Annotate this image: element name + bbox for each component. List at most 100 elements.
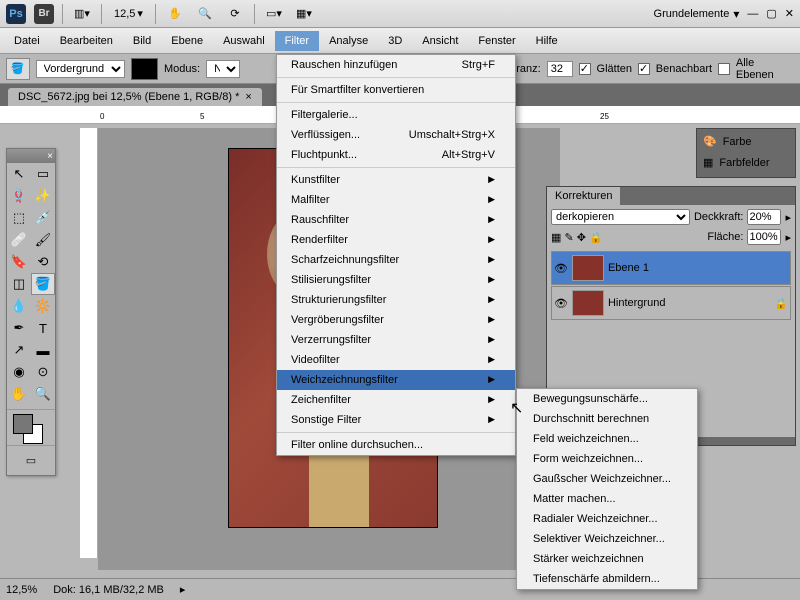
filter-cat[interactable]: Verzerrungsfilter▶ xyxy=(277,330,515,350)
menu-fenster[interactable]: Fenster xyxy=(468,31,525,51)
bridge-icon[interactable]: Br xyxy=(34,4,54,24)
filter-cat[interactable]: Sonstige Filter▶ xyxy=(277,410,515,430)
layer-row-bg[interactable]: 👁 Hintergrund 🔒 xyxy=(551,286,791,320)
minimize-icon[interactable]: — xyxy=(747,8,758,20)
toolbox-header[interactable]: × xyxy=(7,149,55,163)
shape-tool[interactable]: ▬ xyxy=(31,339,55,361)
path-tool[interactable]: ↗ xyxy=(7,339,31,361)
opacity-arrow-icon[interactable]: ▸ xyxy=(785,211,791,224)
sub-motion-blur[interactable]: Bewegungsunschärfe... xyxy=(517,389,697,409)
rotate-icon[interactable]: ⟳ xyxy=(224,3,246,25)
zoom-tool[interactable]: 🔍 xyxy=(31,383,55,405)
color-swatch[interactable] xyxy=(131,58,158,80)
sub-shape-blur[interactable]: Form weichzeichnen... xyxy=(517,449,697,469)
marquee-tool[interactable]: ▭ xyxy=(31,163,55,185)
stamp-tool[interactable]: 🔖 xyxy=(7,251,31,273)
filter-liquify[interactable]: Verflüssigen...Umschalt+Strg+X xyxy=(277,125,515,145)
blend-mode-select[interactable]: derkopieren xyxy=(551,209,690,225)
menu-bearbeiten[interactable]: Bearbeiten xyxy=(50,31,123,51)
filter-vanish[interactable]: Fluchtpunkt...Alt+Strg+V xyxy=(277,145,515,165)
eraser-tool[interactable]: ◫ xyxy=(7,273,31,295)
brush-tool[interactable]: 🖌 xyxy=(31,229,55,251)
filter-last[interactable]: Rauschen hinzufügenStrg+F xyxy=(277,55,515,75)
sub-matter[interactable]: Matter machen... xyxy=(517,489,697,509)
layout-icon[interactable]: ▥▾ xyxy=(71,3,93,25)
hand-tool[interactable]: ✋ xyxy=(7,383,31,405)
menu-datei[interactable]: Datei xyxy=(4,31,50,51)
fill-arrow-icon[interactable]: ▸ xyxy=(785,231,791,244)
filter-cat[interactable]: Kunstfilter▶ xyxy=(277,170,515,190)
menu-bild[interactable]: Bild xyxy=(123,31,161,51)
move-tool[interactable]: ↖ xyxy=(7,163,31,185)
color-panel[interactable]: 🎨Farbe ▦Farbfelder xyxy=(696,128,796,178)
sub-radial[interactable]: Radialer Weichzeichner... xyxy=(517,509,697,529)
sub-box-blur[interactable]: Feld weichzeichnen... xyxy=(517,429,697,449)
menu-auswahl[interactable]: Auswahl xyxy=(213,31,275,51)
filter-cat[interactable]: Rauschfilter▶ xyxy=(277,210,515,230)
lasso-tool[interactable]: 🪢 xyxy=(7,185,31,207)
type-tool[interactable]: T xyxy=(31,317,55,339)
filter-cat[interactable]: Renderfilter▶ xyxy=(277,230,515,250)
visibility-icon[interactable]: 👁 xyxy=(554,262,568,275)
menu-analyse[interactable]: Analyse xyxy=(319,31,378,51)
antialias-checkbox[interactable] xyxy=(579,63,591,75)
lock-icons[interactable]: ▦ ✎ ✥ 🔒 xyxy=(551,231,603,244)
bucket-tool[interactable]: 🪣 xyxy=(31,273,55,295)
layer-row-1[interactable]: 👁 Ebene 1 xyxy=(551,251,791,285)
status-arrow-icon[interactable]: ▸ xyxy=(180,583,186,596)
dodge-tool[interactable]: 🔆 xyxy=(31,295,55,317)
close-icon[interactable]: ✕ xyxy=(785,7,794,20)
fill-source-select[interactable]: Vordergrund xyxy=(36,60,125,78)
blur-tool[interactable]: 💧 xyxy=(7,295,31,317)
contiguous-checkbox[interactable] xyxy=(638,63,650,75)
eyedropper-tool[interactable]: 💉 xyxy=(31,207,55,229)
filter-cat[interactable]: Strukturierungsfilter▶ xyxy=(277,290,515,310)
sub-more[interactable]: Stärker weichzeichnen xyxy=(517,549,697,569)
screen-mode-icon[interactable]: ▭▾ xyxy=(263,3,285,25)
crop-tool[interactable]: ⬚ xyxy=(7,207,31,229)
menu-3d[interactable]: 3D xyxy=(378,31,412,51)
fill-input[interactable] xyxy=(747,229,781,245)
pen-tool[interactable]: ✒ xyxy=(7,317,31,339)
wand-tool[interactable]: ✨ xyxy=(31,185,55,207)
opacity-input[interactable] xyxy=(747,209,781,225)
tolerance-input[interactable] xyxy=(547,61,573,77)
hand-icon[interactable]: ✋ xyxy=(164,3,186,25)
sub-smart[interactable]: Selektiver Weichzeichner... xyxy=(517,529,697,549)
filter-weichzeichnung[interactable]: Weichzeichnungsfilter▶ xyxy=(277,370,515,390)
filter-browse[interactable]: Filter online durchsuchen... xyxy=(277,435,515,455)
3d-tool[interactable]: ◉ xyxy=(7,361,31,383)
menu-ansicht[interactable]: Ansicht xyxy=(412,31,468,51)
filter-smart[interactable]: Für Smartfilter konvertieren xyxy=(277,80,515,100)
filter-cat[interactable]: Zeichenfilter▶ xyxy=(277,390,515,410)
menu-ebene[interactable]: Ebene xyxy=(161,31,213,51)
filter-cat[interactable]: Vergröberungsfilter▶ xyxy=(277,310,515,330)
workspace-dropdown[interactable]: Grundelemente ▾ xyxy=(654,7,740,21)
close-tab-icon[interactable]: × xyxy=(245,91,251,103)
3d-camera-tool[interactable]: ⊙ xyxy=(31,361,55,383)
zoom-level[interactable]: 12,5% xyxy=(6,584,37,596)
visibility-icon[interactable]: 👁 xyxy=(554,297,568,310)
filter-cat[interactable]: Scharfzeichnungsfilter▶ xyxy=(277,250,515,270)
zoom-icon[interactable]: 🔍 xyxy=(194,3,216,25)
sub-gaussian[interactable]: Gaußscher Weichzeichner... xyxy=(517,469,697,489)
filter-gallery[interactable]: Filtergalerie... xyxy=(277,105,515,125)
quickmask-icon[interactable]: ▭ xyxy=(7,445,55,475)
mode-select[interactable]: No xyxy=(206,60,240,78)
filter-cat[interactable]: Stilisierungsfilter▶ xyxy=(277,270,515,290)
heal-tool[interactable]: 🩹 xyxy=(7,229,31,251)
sub-average[interactable]: Durchschnitt berechnen xyxy=(517,409,697,429)
maximize-icon[interactable]: ▢ xyxy=(766,7,776,20)
document-tab[interactable]: DSC_5672.jpg bei 12,5% (Ebene 1, RGB/8) … xyxy=(8,88,262,106)
filter-cat[interactable]: Malfilter▶ xyxy=(277,190,515,210)
all-layers-checkbox[interactable] xyxy=(718,63,730,75)
color-picker[interactable] xyxy=(7,409,55,445)
arrange-icon[interactable]: ▦▾ xyxy=(293,3,315,25)
zoom-dropdown[interactable]: 12,5 ▾ xyxy=(110,5,147,22)
menu-filter[interactable]: Filter xyxy=(275,31,319,51)
history-brush-tool[interactable]: ⟲ xyxy=(31,251,55,273)
korrekturen-tab[interactable]: Korrekturen xyxy=(547,187,620,205)
menu-hilfe[interactable]: Hilfe xyxy=(526,31,568,51)
sub-lens[interactable]: Tiefenschärfe abmildern... xyxy=(517,569,697,589)
filter-cat[interactable]: Videofilter▶ xyxy=(277,350,515,370)
